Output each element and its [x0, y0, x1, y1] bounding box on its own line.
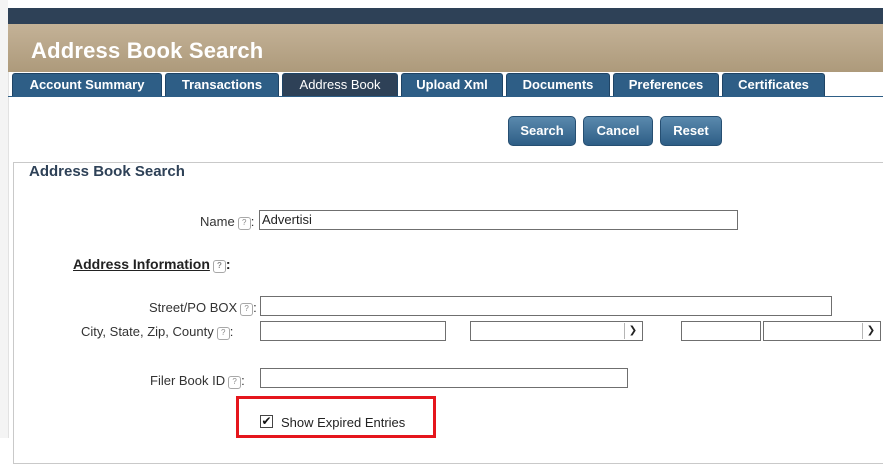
filer-book-id-input[interactable] — [260, 368, 628, 388]
help-bubble-icon[interactable]: ? — [212, 260, 226, 273]
tab-underline — [8, 96, 883, 97]
tab-certificates[interactable]: Certificates — [722, 73, 825, 96]
cancel-button[interactable]: Cancel — [583, 116, 653, 146]
street-label: Street/PO BOX?: — [149, 300, 257, 316]
top-strip — [8, 0, 883, 8]
county-select[interactable]: ❯ — [763, 321, 881, 341]
fieldset-legend: Address Book Search — [26, 163, 188, 180]
help-bubble-icon[interactable]: ? — [237, 217, 251, 230]
address-information-heading: Address Information?: — [73, 256, 231, 273]
show-expired-label[interactable]: Show Expired Entries — [281, 415, 405, 430]
city-input[interactable] — [260, 321, 446, 341]
name-input[interactable]: Advertisi — [259, 210, 738, 230]
search-button[interactable]: Search — [508, 116, 576, 146]
help-bubble-icon[interactable]: ? — [240, 303, 254, 316]
tab-address-book[interactable]: Address Book — [282, 73, 398, 96]
page-title: Address Book Search — [31, 38, 264, 63]
top-nav-bar — [8, 8, 883, 24]
filer-book-id-label: Filer Book ID?: — [150, 373, 245, 389]
tab-account-summary[interactable]: Account Summary — [12, 73, 162, 96]
zip-input[interactable] — [681, 321, 761, 341]
show-expired-checkbox[interactable]: ✔ — [260, 415, 273, 428]
help-bubble-icon[interactable]: ? — [216, 327, 230, 340]
state-select[interactable]: ❯ — [470, 321, 643, 341]
tab-preferences[interactable]: Preferences — [613, 73, 719, 96]
reset-button[interactable]: Reset — [660, 116, 722, 146]
tab-documents[interactable]: Documents — [506, 73, 610, 96]
tab-upload-xml[interactable]: Upload Xml — [401, 73, 503, 96]
tab-transactions[interactable]: Transactions — [165, 73, 279, 96]
city-state-zip-county-label: City, State, Zip, County?: — [81, 324, 234, 340]
name-label: Name?: — [200, 214, 255, 230]
chevron-down-icon: ❯ — [862, 323, 879, 339]
page-header: Address Book Search — [8, 24, 883, 72]
street-input[interactable] — [260, 296, 832, 316]
help-bubble-icon[interactable]: ? — [228, 376, 242, 389]
checkmark-icon: ✔ — [261, 414, 272, 428]
chevron-down-icon: ❯ — [624, 323, 641, 339]
